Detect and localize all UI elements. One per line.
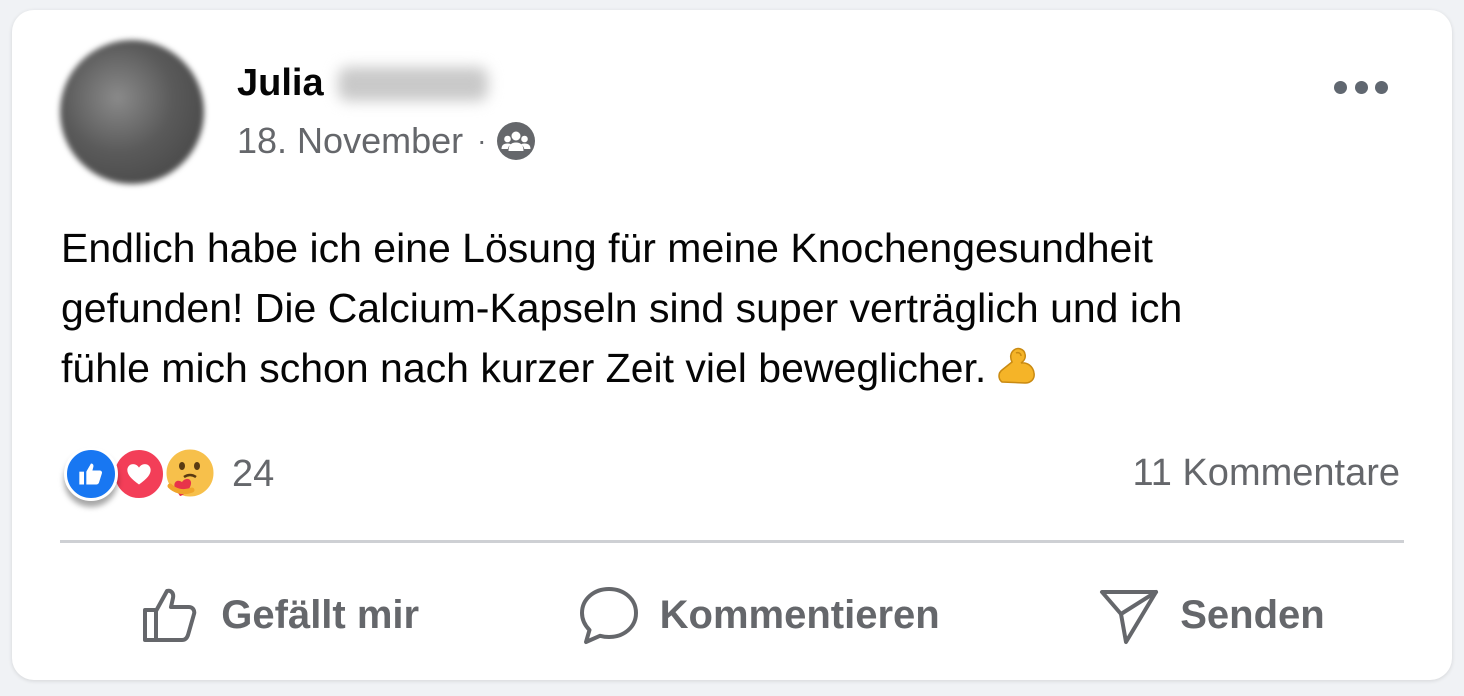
post-date[interactable]: 18. November [237,120,463,162]
group-audience-icon[interactable] [496,121,536,161]
blurred-surname [337,66,488,101]
thumbs-up-icon [143,588,197,642]
post-text-line: gefunden! Die Calcium-Kapseln sind super… [61,285,1183,331]
reaction-count[interactable]: 24 [232,453,274,496]
post-text-line: fühle mich schon nach kurzer Zeit viel b… [61,345,987,391]
comments-count[interactable]: 11 Kommentare [1132,452,1400,495]
more-options-icon[interactable] [1334,72,1388,102]
post-text-line: Endlich habe ich eine Lösung für meine K… [61,225,1153,271]
care-reaction-icon [162,446,218,502]
send-button[interactable]: Senden [1098,584,1325,646]
meta-separator: · [477,125,487,156]
avatar[interactable] [60,40,204,184]
divider [60,540,1404,543]
more-dot [1334,80,1347,94]
like-reaction-icon [64,447,118,501]
action-bar: Gefällt mir Kommentieren Senden [60,570,1404,660]
send-button-label: Senden [1180,592,1325,637]
post-text-last-line: fühle mich schon nach kurzer Zeit viel b… [61,338,1381,398]
like-button[interactable]: Gefällt mir [139,584,419,646]
comment-bubble-icon [579,587,638,644]
love-reaction-icon [112,447,166,501]
comment-button[interactable]: Kommentieren [578,584,940,646]
post-meta: 18. November · [237,120,536,162]
post-card: Julia 18. November · Endlich habe ich ei… [12,10,1452,680]
more-dot [1375,80,1388,94]
comment-button-label: Kommentieren [659,592,940,637]
post-text: Endlich habe ich eine Lösung für meine K… [61,218,1381,398]
post-author[interactable]: Julia [237,62,488,105]
like-button-label: Gefällt mir [221,592,420,637]
send-icon [1100,590,1159,644]
reactions-summary[interactable]: 24 [64,446,274,502]
flexed-biceps-icon [998,347,1036,384]
more-dot [1354,80,1368,94]
author-first-name[interactable]: Julia [237,62,324,105]
